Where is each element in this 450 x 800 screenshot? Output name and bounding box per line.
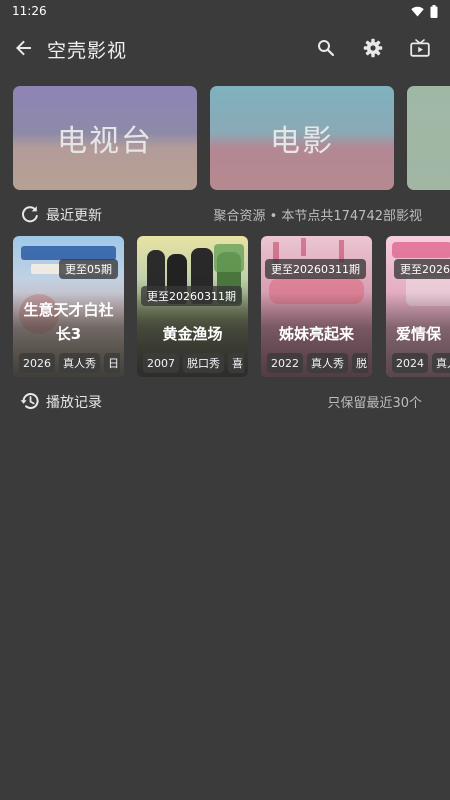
status-time: 11:26	[12, 4, 47, 18]
year-tag: 2022	[267, 353, 303, 373]
video-card[interactable]: 更至2026 爱情保 2024 真人	[386, 236, 450, 377]
source-info: 聚合资源 • 本节点共174742部影视	[213, 209, 422, 224]
section-title: 播放记录	[46, 395, 102, 411]
settings-button[interactable]	[357, 32, 389, 64]
genre-tag: 喜	[228, 353, 244, 373]
history-icon[interactable]	[20, 391, 40, 411]
video-title: 爱情保	[396, 325, 442, 343]
live-tv-button[interactable]	[404, 32, 436, 64]
recent-updates-header: 最近更新 聚合资源 • 本节点共174742部影视	[0, 202, 450, 226]
update-badge: 更至20260311期	[141, 286, 242, 306]
category-card-movie[interactable]: 电影	[210, 86, 394, 190]
category-carousel[interactable]: 电视台 电影	[0, 86, 450, 190]
video-title: 生意天才白社长3	[23, 301, 114, 343]
arrow-back-icon	[16, 40, 31, 56]
tag-row: 2007 脱口秀 喜	[143, 353, 244, 373]
category-card-tv[interactable]: 电视台	[13, 86, 197, 190]
app-bar: 空壳影视	[0, 26, 450, 70]
video-card[interactable]: 更至20260311期 黄金渔场 2007 脱口秀 喜	[137, 236, 248, 377]
back-button[interactable]	[8, 32, 40, 64]
tag-row: 2026 真人秀 日	[19, 353, 120, 373]
update-badge: 更至05期	[59, 259, 118, 279]
recent-updates-list[interactable]: 更至05期 生意天才白社长3 2026 真人秀 日 更至20260311期 黄金…	[0, 236, 450, 378]
category-label: 电影	[270, 124, 334, 159]
year-tag: 2024	[392, 353, 428, 373]
gear-icon	[363, 38, 383, 58]
tag-row: 2024 真人	[392, 353, 450, 373]
genre-tag: 脱	[352, 353, 368, 373]
region-tag: 日	[104, 353, 120, 373]
genre-tag: 真人秀	[59, 353, 100, 373]
tag-row: 2022 真人秀 脱	[267, 353, 368, 373]
search-button[interactable]	[310, 32, 342, 64]
genre-tag: 脱口秀	[183, 353, 224, 373]
section-title: 最近更新	[46, 208, 102, 224]
genre-tag: 真人秀	[307, 353, 348, 373]
video-card[interactable]: 更至20260311期 姊妹亮起来 2022 真人秀 脱	[261, 236, 372, 377]
category-card-next[interactable]	[407, 86, 450, 190]
video-title: 黄金渔场	[162, 325, 223, 343]
video-title: 姊妹亮起来	[278, 325, 354, 343]
live-tv-icon	[410, 39, 430, 57]
video-card[interactable]: 更至05期 生意天才白社长3 2026 真人秀 日	[13, 236, 124, 377]
status-bar: 11:26	[0, 0, 450, 22]
app-title: 空壳影视	[47, 40, 128, 62]
genre-tag: 真人	[432, 353, 450, 373]
category-label: 电视台	[57, 124, 153, 159]
wifi-icon	[411, 6, 424, 16]
refresh-icon[interactable]	[20, 204, 40, 224]
update-badge: 更至2026	[394, 259, 450, 279]
year-tag: 2007	[143, 353, 179, 373]
battery-icon	[430, 4, 438, 18]
history-limit-note: 只保留最近30个	[327, 396, 422, 411]
search-icon	[318, 40, 335, 57]
status-icons	[411, 4, 438, 18]
update-badge: 更至20260311期	[265, 259, 366, 279]
play-history-header: 播放记录 只保留最近30个	[0, 389, 450, 413]
year-tag: 2026	[19, 353, 55, 373]
